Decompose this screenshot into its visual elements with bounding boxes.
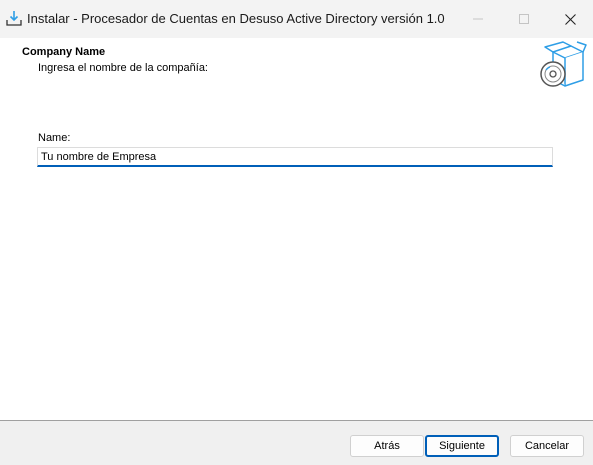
page-subtitle: Ingresa el nombre de la compañía: [38,62,208,74]
minimize-button[interactable] [455,0,501,38]
wizard-button-bar: Atrás Siguiente Cancelar [0,420,593,465]
maximize-icon [519,14,529,24]
page-title: Company Name [22,46,106,58]
title-bar[interactable]: Instalar - Procesador de Cuentas en Desu… [0,0,593,38]
close-button[interactable] [547,0,593,38]
window-title: Instalar - Procesador de Cuentas en Desu… [27,11,445,26]
installer-window: Instalar - Procesador de Cuentas en Desu… [0,0,593,465]
package-box-disc-icon [537,40,587,90]
name-label: Name: [38,132,71,144]
install-download-icon [5,9,23,27]
wizard-header: Company Name Ingresa el nombre de la com… [0,38,593,95]
company-name-input[interactable] [37,147,553,167]
maximize-button[interactable] [501,0,547,38]
next-button[interactable]: Siguiente [425,435,499,457]
minimize-icon [473,14,483,24]
cancel-button[interactable]: Cancelar [510,435,584,457]
back-button[interactable]: Atrás [350,435,424,457]
close-icon [564,13,576,25]
